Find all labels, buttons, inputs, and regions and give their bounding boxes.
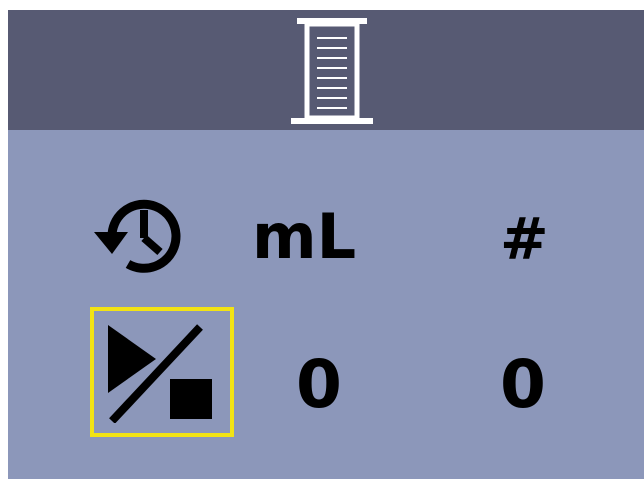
count-column-header: # — [500, 205, 549, 273]
play-stop-toggle-icon — [108, 324, 212, 423]
main-panel: mL # 0 0 — [8, 130, 644, 479]
graduated-cylinder-icon — [291, 18, 373, 124]
volume-column-header: mL — [252, 200, 357, 273]
count-value: 0 — [500, 346, 546, 423]
history-clock-icon — [94, 199, 181, 273]
volume-value: 0 — [296, 346, 342, 423]
header-bar — [8, 10, 644, 130]
play-stop-toggle-button[interactable] — [90, 307, 234, 437]
